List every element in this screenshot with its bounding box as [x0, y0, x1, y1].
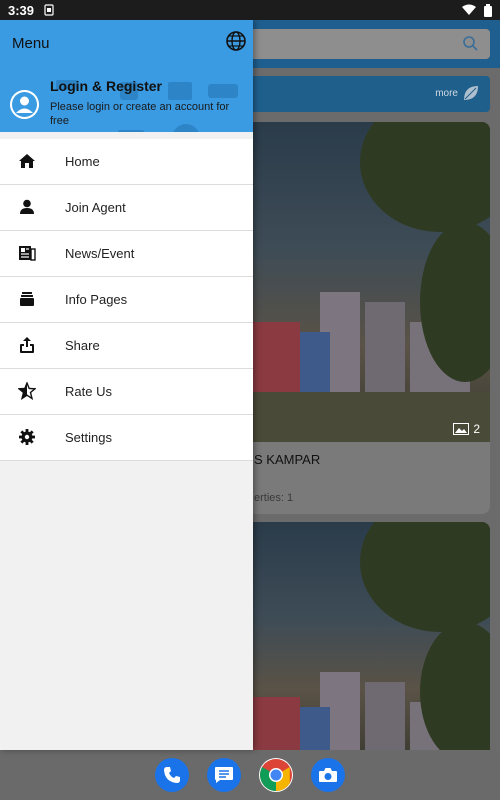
menu-label-news-event: News/Event	[65, 246, 135, 261]
menu-label-settings: Settings	[65, 430, 112, 445]
menu-label-home: Home	[65, 154, 100, 169]
gear-icon	[19, 429, 35, 445]
phone-icon[interactable]	[155, 758, 189, 792]
chrome-icon[interactable]	[259, 758, 293, 792]
menu-item-join-agent[interactable]: Join Agent	[0, 185, 253, 231]
menu-item-info-pages[interactable]: Info Pages	[0, 277, 253, 323]
battery-icon	[484, 3, 492, 17]
property-count: erties: 1	[254, 492, 294, 504]
menu-label-share: Share	[65, 338, 100, 353]
property-photo	[240, 122, 490, 442]
featured-banner[interactable]: more	[240, 76, 490, 112]
status-time: 3:39	[8, 2, 35, 18]
login-title[interactable]: Login & Register	[50, 78, 162, 94]
rate-star-icon	[18, 382, 36, 400]
home-icon	[19, 154, 35, 168]
avatar-icon	[10, 90, 39, 119]
login-register-block[interactable]: Login & Register Please login or create …	[0, 70, 253, 132]
news-icon	[19, 246, 36, 261]
menu-item-share[interactable]: Share	[0, 323, 253, 369]
camera-icon[interactable]	[311, 758, 345, 792]
search-icon[interactable]	[462, 35, 478, 51]
menu-label-info-pages: Info Pages	[65, 292, 128, 307]
search-bar[interactable]	[240, 29, 490, 59]
app-dock	[0, 750, 500, 800]
wifi-icon	[462, 4, 476, 15]
banner-more-link[interactable]: more	[435, 88, 458, 99]
navigation-drawer: Menu Login & Register Please login or cr…	[0, 20, 253, 750]
globe-icon[interactable]	[225, 30, 247, 52]
person-icon	[20, 199, 34, 214]
image-count: 2	[473, 422, 480, 436]
drawer-header: Menu Login & Register Please login or cr…	[0, 20, 253, 132]
drawer-title: Menu	[12, 34, 50, 52]
login-subtitle: Please login or create an account for fr…	[50, 101, 230, 127]
menu-item-news-event[interactable]: News/Event	[0, 231, 253, 277]
menu-item-home[interactable]: Home	[0, 139, 253, 185]
messages-icon[interactable]	[207, 758, 241, 792]
share-icon	[20, 337, 34, 353]
info-pages-icon	[20, 292, 34, 306]
status-bar: 3:39	[0, 0, 500, 20]
image-icon	[453, 423, 470, 435]
drawer-menu-list: Home Join Agent News/Event Info Pages Sh…	[0, 139, 253, 461]
leaf-icon	[464, 86, 478, 100]
menu-item-rate-us[interactable]: Rate Us	[0, 369, 253, 415]
image-count-badge: 2	[453, 422, 480, 436]
property-card[interactable]: 2 S KAMPAR erties: 1	[240, 122, 490, 514]
property-title: S KAMPAR	[254, 452, 321, 467]
menu-label-join-agent: Join Agent	[65, 200, 126, 215]
menu-item-settings[interactable]: Settings	[0, 415, 253, 461]
property-photo	[240, 522, 490, 750]
sim-icon	[44, 4, 54, 16]
property-card[interactable]	[240, 522, 490, 750]
drawer-menu-bar: Menu	[0, 20, 253, 66]
menu-label-rate-us: Rate Us	[65, 384, 112, 399]
